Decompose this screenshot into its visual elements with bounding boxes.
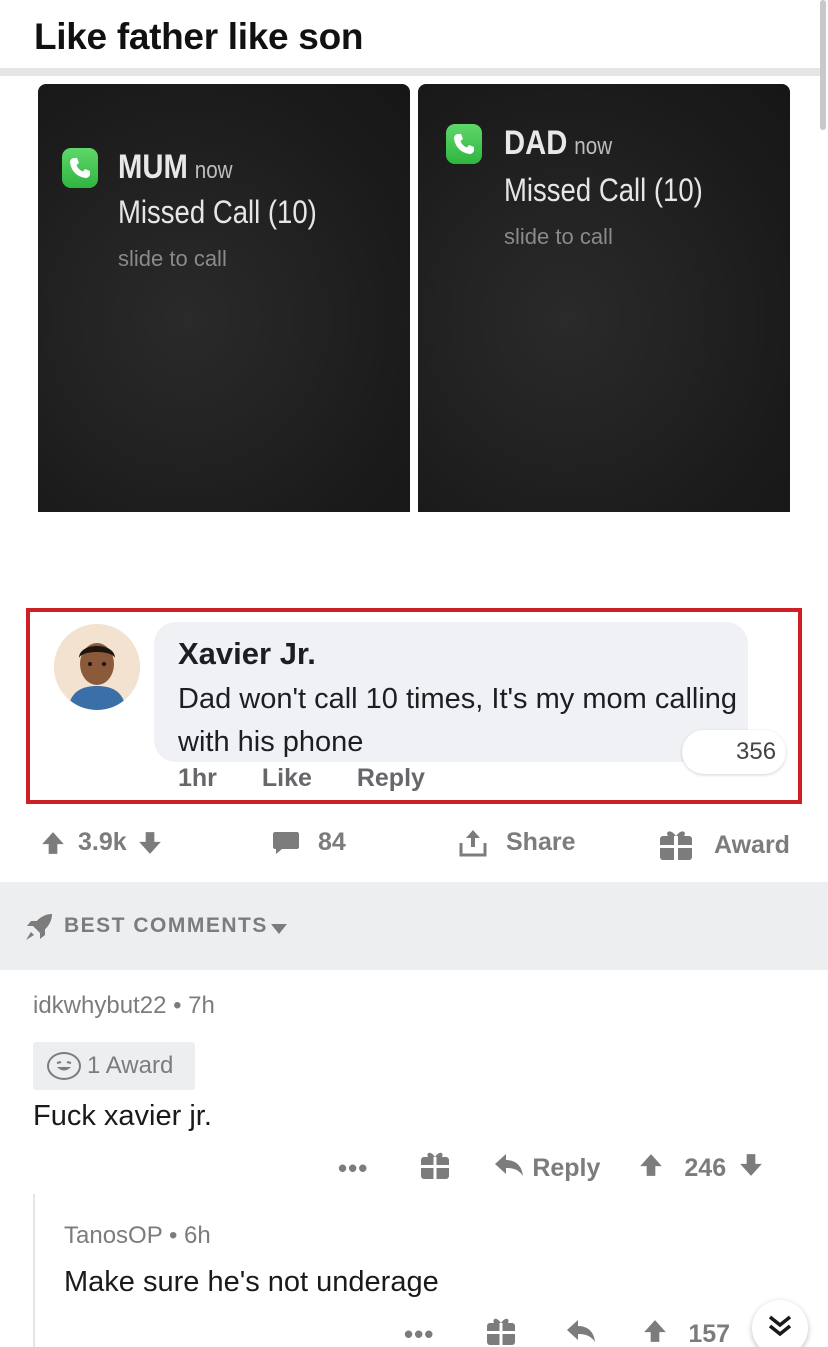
post-title: Like father like son [34, 16, 364, 57]
phone-icon [446, 124, 482, 164]
comment-age: 7h [188, 992, 215, 1019]
comment-body: Fuck xavier jr. [33, 1100, 212, 1132]
reply-label: Reply [532, 1154, 601, 1182]
reply-body: Make sure he's not underage [64, 1266, 439, 1298]
more-icon[interactable]: ••• [338, 1153, 368, 1184]
meta-separator: • [168, 1222, 185, 1249]
reply-icon [494, 1152, 524, 1185]
comment-text: Dad won't call 10 times, It's my mom cal… [178, 683, 738, 758]
scroll-down-button[interactable] [752, 1300, 808, 1347]
comment-thread: idkwhybut22 • 7h 1 Award Fuck xavier jr.… [0, 970, 828, 1347]
post-actions-bar: 3.9k 84 Share Award [0, 806, 828, 882]
comment-actions: ••• Reply 246 [338, 1150, 764, 1187]
caller-name: MUM now [118, 148, 233, 186]
comment-sort-bar[interactable]: BEST COMMENTS [0, 882, 828, 970]
gift-icon[interactable] [420, 1150, 450, 1187]
reply-score: 157 [688, 1320, 731, 1347]
highlighted-fb-comment: Xavier Jr. Dad won't call 10 times, It's… [26, 608, 802, 804]
more-icon[interactable]: ••• [404, 1319, 434, 1347]
reply-meta: TanosOP • 6h [64, 1222, 211, 1250]
reply-link: Reply [356, 764, 425, 792]
thread-line[interactable] [33, 1194, 35, 1347]
caret-down-icon [270, 922, 288, 940]
commenter-name: Xavier Jr. [178, 636, 316, 671]
share-icon [458, 829, 488, 857]
phone-screenshot-mum: MUM now Missed Call (10) slide to call [38, 84, 410, 512]
vote-group: 3.9k [40, 828, 163, 857]
upvote-count: 3.9k [78, 828, 127, 856]
call-time: now [194, 157, 233, 184]
comment-author[interactable]: idkwhybut22 [33, 992, 166, 1019]
slide-to-call-text: slide to call [118, 246, 227, 271]
like-link: Like [261, 764, 312, 792]
fb-comment-meta: 1hr Like Reply [178, 764, 463, 793]
award-badge[interactable]: 1 Award [33, 1042, 195, 1090]
comments-button[interactable]: 84 [272, 828, 346, 857]
comment-count: 84 [318, 828, 346, 856]
award-label: Award [714, 830, 790, 859]
phone-icon [62, 148, 98, 188]
post-title-bar: Like father like son [0, 0, 820, 76]
phone-screenshot-dad: DAD now Missed Call (10) slide to call [418, 84, 790, 512]
comment-meta: idkwhybut22 • 7h [33, 992, 215, 1020]
reply-actions: ••• 157 [404, 1316, 730, 1347]
scrollbar[interactable] [820, 0, 826, 130]
caller-name: DAD now [504, 124, 613, 162]
share-button[interactable]: Share [458, 828, 575, 857]
reaction-count: 356 [682, 730, 786, 774]
meta-separator: • [173, 992, 189, 1019]
share-label: Share [506, 828, 576, 856]
avatar [54, 624, 140, 710]
comment-score: 246 [684, 1154, 727, 1182]
call-time: now [574, 133, 613, 160]
upvote-icon[interactable] [638, 1152, 664, 1185]
comment-icon [272, 830, 300, 856]
reply-button[interactable]: Reply [494, 1152, 600, 1185]
upvote-icon[interactable] [642, 1318, 668, 1347]
comment-time: 1hr [178, 764, 217, 792]
reply-age: 6h [184, 1222, 211, 1249]
gift-icon [658, 828, 694, 862]
reply-icon[interactable] [566, 1318, 596, 1347]
downvote-icon[interactable] [738, 1152, 764, 1185]
slide-to-call-text: slide to call [504, 224, 613, 249]
laughing-face-icon [47, 1052, 81, 1080]
missed-call-text: Missed Call (10) [118, 194, 317, 230]
missed-call-text: Missed Call (10) [504, 172, 703, 208]
reply-author[interactable]: TanosOP [64, 1222, 162, 1249]
upvote-icon[interactable] [40, 830, 66, 856]
award-count: 1 Award [87, 1052, 174, 1079]
double-chevron-down-icon [767, 1313, 793, 1344]
rocket-icon [24, 912, 54, 947]
award-button[interactable]: Award [658, 828, 790, 862]
downvote-icon[interactable] [137, 830, 163, 856]
gift-icon[interactable] [486, 1316, 516, 1347]
sort-label: BEST COMMENTS [64, 914, 268, 937]
comment-bubble: Xavier Jr. Dad won't call 10 times, It's… [154, 622, 748, 762]
